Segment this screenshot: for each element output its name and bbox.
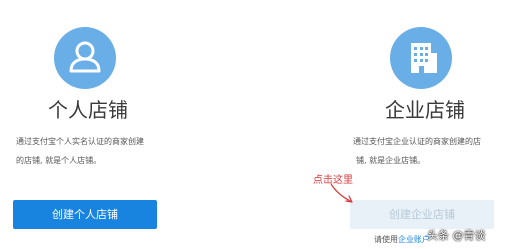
personal-store-title: 个人店铺: [48, 98, 128, 122]
click-here-annotation: 点击这里: [313, 175, 353, 186]
business-store-card: 企业店铺 通过支付宝企业认证的商家创建的店 铺, 就是企业店铺。 创建企业店铺: [300, 0, 500, 249]
personal-store-description-line-2: 的店铺, 就是个人店铺。: [16, 156, 102, 165]
watermark: 头条 @青谈: [427, 229, 486, 242]
create-personal-store-button[interactable]: 创建个人店铺: [13, 200, 157, 229]
business-account-note: 请使用企业账户: [374, 234, 430, 245]
create-business-store-button[interactable]: 创建企业店铺: [350, 200, 494, 229]
business-store-description-line-1: 通过支付宝企业认证的商家创建的店: [353, 137, 481, 146]
building-icon: [390, 27, 452, 89]
business-account-link[interactable]: 企业账户: [398, 235, 430, 244]
business-store-title: 企业店铺: [385, 98, 465, 122]
business-account-note-prefix: 请使用: [374, 235, 398, 244]
person-icon: [54, 27, 116, 89]
business-store-description-line-2: 铺, 就是企业店铺。: [356, 156, 426, 165]
personal-store-description-line-1: 通过支付宝个人实名认证的商家创建: [16, 137, 144, 146]
personal-store-card: 个人店铺 通过支付宝个人实名认证的商家创建 的店铺, 就是个人店铺。 创建个人店…: [0, 0, 200, 249]
